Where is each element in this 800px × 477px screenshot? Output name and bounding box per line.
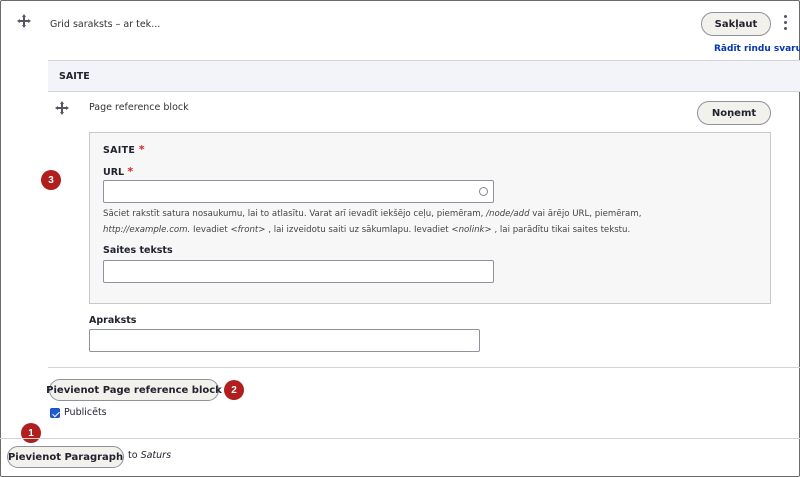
drag-handle-icon[interactable] [55, 101, 69, 115]
add-page-reference-block-button[interactable]: Pievienot Page reference block [46, 379, 222, 401]
required-marker: * [127, 165, 134, 178]
remove-button[interactable]: Noņemt [697, 101, 771, 125]
callout-badge-2: 2 [224, 380, 244, 400]
to-word: to [128, 450, 138, 461]
desc-text: Ievadiet [193, 225, 228, 235]
url-description: Sāciet rakstīt satura nosaukumu, lai to … [103, 206, 703, 238]
url-label: URL * [103, 165, 133, 178]
description-input[interactable] [89, 329, 480, 352]
autocomplete-throbber-icon [479, 187, 488, 196]
desc-nolink-token: <nolink> [451, 225, 492, 235]
callout-badge-3: 3 [41, 170, 61, 190]
published-checkbox[interactable] [50, 408, 60, 418]
target-name: Saturs [140, 450, 172, 461]
drag-handle-icon[interactable] [17, 14, 31, 28]
link-fieldset-legend-text: SAITE [103, 145, 136, 156]
field-header: SAITE [48, 60, 800, 92]
collapse-button[interactable]: Sakļaut [701, 12, 771, 36]
link-fieldset-legend: SAITE * [103, 143, 145, 156]
add-paragraph-target: to Saturs [128, 450, 171, 461]
link-text-input[interactable] [103, 260, 494, 283]
callout-badge-1: 1 [21, 423, 41, 443]
description-label: Apraksts [89, 315, 137, 326]
published-label[interactable]: Publicēts [64, 407, 107, 418]
paragraph-summary-title: Grid saraksts – ar tek... [50, 19, 161, 30]
desc-text: , lai parādītu tikai saites tekstu. [494, 225, 631, 235]
show-row-weights-link[interactable]: Rādīt rindu svaru [714, 44, 800, 54]
url-label-text: URL [103, 167, 125, 178]
required-marker: * [138, 143, 145, 156]
desc-example-url: http://example.com. [103, 225, 191, 235]
desc-example-path: /node/add [486, 209, 530, 219]
field-header-label: SAITE [59, 71, 90, 82]
desc-text: vai ārējo URL, piemēram, [532, 209, 642, 219]
desc-text: Sāciet rakstīt satura nosaukumu, lai to … [103, 209, 484, 219]
desc-front-token: <front> [230, 225, 266, 235]
more-actions-icon[interactable] [782, 15, 788, 35]
url-input[interactable] [103, 180, 494, 203]
divider [0, 438, 800, 439]
paragraph-type-title: Page reference block [89, 102, 189, 113]
desc-text: , lai izveidotu saiti uz sākumlapu. Ieva… [268, 225, 449, 235]
add-paragraph-button[interactable]: Pievienot Paragraph [7, 446, 124, 468]
link-text-label: Saites teksts [103, 245, 173, 256]
